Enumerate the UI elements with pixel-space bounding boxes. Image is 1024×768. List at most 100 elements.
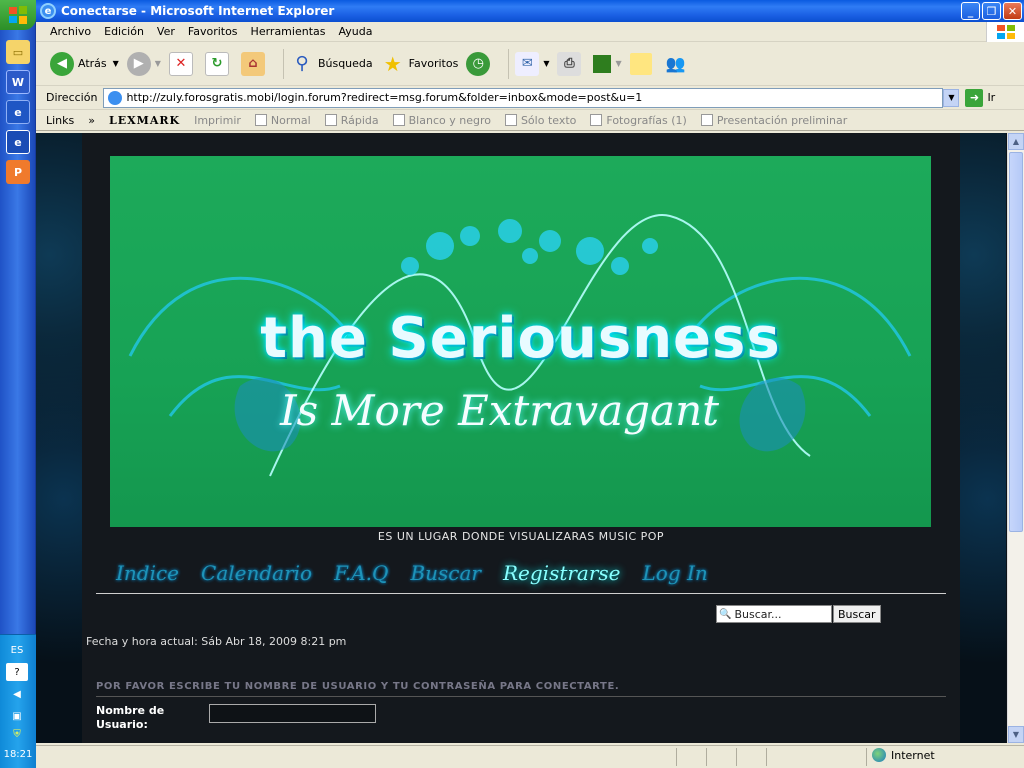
address-bar: Dirección http://zuly.forosgratis.mobi/l… — [36, 86, 1024, 110]
banner-title: the Seriousness — [260, 306, 781, 371]
scroll-down-icon[interactable]: ▼ — [1008, 726, 1024, 743]
menu-edicion[interactable]: Edición — [104, 25, 144, 38]
edit-dropdown-icon[interactable]: ▼ — [615, 59, 621, 68]
windows-taskbar: ▭ W e e P ES ? ◀ ▣ ⛨ 18:21 — [0, 0, 36, 768]
mail-button[interactable]: ✉ ▼ — [515, 51, 549, 76]
network-tray-icon[interactable]: ▣ — [6, 707, 28, 725]
forward-dropdown-icon[interactable]: ▼ — [155, 59, 161, 68]
link-normal[interactable]: Normal — [254, 114, 311, 127]
link-blanco-negro[interactable]: Blanco y negro — [392, 113, 491, 127]
menu-bar: Archivo Edición Ver Favoritos Herramient… — [36, 22, 1024, 42]
menu-herramientas[interactable]: Herramientas — [251, 25, 326, 38]
forward-button[interactable]: ▶ ▼ — [126, 51, 161, 76]
forum-page: the Seriousness Is More Extravagant ES U… — [82, 133, 960, 743]
menu-ayuda[interactable]: Ayuda — [338, 25, 372, 38]
link-fotografias-label: Fotografías (1) — [606, 113, 687, 127]
windows-flag-icon — [986, 22, 1024, 42]
status-cell — [736, 748, 737, 766]
minimize-button[interactable]: _ — [961, 2, 980, 20]
link-rapida[interactable]: Rápida — [324, 113, 379, 127]
username-input[interactable] — [209, 704, 376, 723]
right-decor-panel — [960, 133, 1006, 743]
stop-button[interactable]: ✕ — [168, 51, 197, 76]
status-bar: Internet — [36, 745, 1024, 768]
discuss-button[interactable] — [629, 52, 656, 75]
text-only-icon — [504, 114, 517, 126]
standard-toolbar: ◀ Atrás ▼ ▶ ▼ ✕ ↻ ⌂ ⚲ Búsqueda ★ Favorit… — [36, 42, 1024, 86]
zone-label: Internet — [891, 748, 935, 762]
forum-search: 🔍 Buscar... Buscar — [716, 605, 881, 623]
page-viewport: the Seriousness Is More Extravagant ES U… — [36, 133, 1024, 743]
security-shield-icon[interactable]: ⛨ — [6, 725, 28, 743]
print-normal-icon — [254, 114, 267, 126]
search-button[interactable]: ⚲ Búsqueda — [290, 52, 373, 76]
menu-archivo[interactable]: Archivo — [50, 25, 91, 38]
maximize-button[interactable]: ❐ — [982, 2, 1001, 20]
ie-window-task-icon[interactable]: e — [6, 100, 30, 124]
refresh-button[interactable]: ↻ — [204, 51, 233, 76]
favorites-button[interactable]: ★ Favoritos — [381, 52, 459, 76]
forum-nav: Indice Calendario F.A.Q Buscar Registrar… — [116, 561, 730, 585]
left-decor-panel — [36, 133, 82, 743]
toolbar-separator — [282, 48, 284, 79]
menu-favoritos[interactable]: Favoritos — [188, 25, 238, 38]
close-button[interactable]: ✕ — [1003, 2, 1022, 20]
link-fotografias[interactable]: Fotografías (1) — [590, 113, 687, 127]
scroll-up-icon[interactable]: ▲ — [1008, 133, 1024, 150]
back-dropdown-icon[interactable]: ▼ — [113, 59, 119, 68]
start-button[interactable] — [0, 0, 36, 30]
menu-ver[interactable]: Ver — [157, 25, 175, 38]
browser-window: e Conectarse - Microsoft Internet Explor… — [36, 0, 1024, 768]
help-icon[interactable]: ? — [6, 663, 28, 681]
edit-button[interactable]: ▼ — [593, 54, 622, 73]
nav-registrarse[interactable]: Registrarse — [503, 561, 621, 585]
print-rapida-icon — [324, 114, 337, 126]
word-quicklaunch-icon[interactable]: W — [6, 70, 30, 94]
search-input[interactable]: 🔍 Buscar... — [716, 605, 832, 623]
ie-active-task-icon[interactable]: e — [6, 130, 30, 154]
nav-buscar[interactable]: Buscar — [410, 561, 481, 585]
search-icon: 🔍 — [719, 608, 732, 620]
home-button[interactable]: ⌂ — [240, 51, 269, 76]
windows-logo-icon — [9, 6, 27, 24]
lexmark-link[interactable]: LEXMARK — [109, 114, 180, 127]
link-solo-texto[interactable]: Sólo texto — [504, 114, 576, 127]
link-rapida-label: Rápida — [340, 113, 379, 127]
back-arrow-tray-icon[interactable]: ◀ — [6, 685, 28, 703]
system-tray: ES ? ◀ ▣ ⛨ 18:21 — [0, 634, 36, 768]
nav-indice[interactable]: Indice — [116, 561, 179, 585]
vertical-scrollbar[interactable]: ▲ ▼ — [1007, 133, 1024, 743]
link-imprimir-label: Imprimir — [194, 113, 241, 127]
print-bw-icon — [392, 114, 405, 126]
powerpoint-task-icon[interactable]: P — [6, 160, 30, 184]
history-button[interactable]: ◷ — [466, 51, 494, 76]
address-dropdown-icon[interactable]: ▼ — [943, 88, 960, 107]
nav-faq[interactable]: F.A.Q — [334, 561, 388, 585]
nav-calendario[interactable]: Calendario — [201, 561, 312, 585]
printer-icon: ⎙ — [557, 51, 582, 76]
language-indicator[interactable]: ES — [6, 641, 28, 659]
chevron-right-icon[interactable]: » — [88, 114, 95, 127]
address-input[interactable]: http://zuly.forosgratis.mobi/login.forum… — [103, 87, 944, 108]
go-label: Ir — [987, 91, 996, 104]
search-button[interactable]: Buscar — [833, 605, 881, 623]
link-imprimir[interactable]: Imprimir — [194, 114, 241, 127]
nav-login[interactable]: Log In — [643, 561, 708, 585]
nav-divider — [96, 593, 946, 594]
taskbar-clock[interactable]: 18:21 — [0, 749, 36, 760]
scroll-thumb[interactable] — [1009, 152, 1023, 532]
back-label: Atrás — [78, 57, 107, 70]
back-button[interactable]: ◀ Atrás ▼ — [50, 51, 119, 76]
folder-quicklaunch-icon[interactable]: ▭ — [6, 40, 30, 64]
print-button[interactable]: ⎙ — [557, 51, 585, 76]
link-bw-label: Blanco y negro — [408, 113, 491, 127]
messenger-button[interactable]: 👥 — [664, 52, 692, 76]
magnifier-icon: ⚲ — [295, 53, 309, 74]
link-presentacion[interactable]: Presentación preliminar — [700, 114, 847, 127]
go-button[interactable]: ➜ Ir — [965, 88, 996, 107]
mail-dropdown-icon[interactable]: ▼ — [543, 59, 549, 68]
mail-icon: ✉ — [515, 51, 540, 76]
star-icon: ★ — [383, 51, 402, 76]
title-bar[interactable]: e Conectarse - Microsoft Internet Explor… — [36, 0, 1024, 22]
search-label: Búsqueda — [317, 57, 373, 70]
